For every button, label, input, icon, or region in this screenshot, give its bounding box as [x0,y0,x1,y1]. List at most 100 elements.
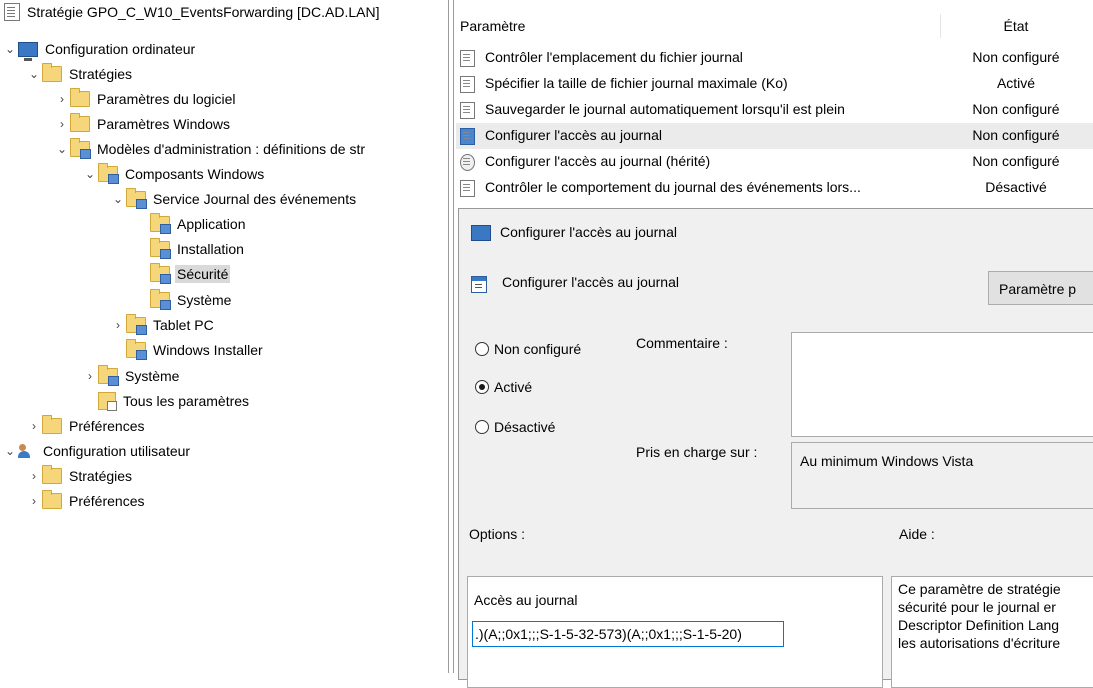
tree-item-all-settings[interactable]: Tous les paramètres [98,389,251,413]
tree-item-installation[interactable]: Installation [150,237,246,261]
tree-item-admin-templates[interactable]: ⌄ Modèles d'administration : définitions… [54,137,367,161]
help-label: Aide : [899,526,935,542]
radio-disabled[interactable]: Désactivé [475,419,555,435]
setting-state: Non configuré [972,127,1060,143]
options-panel: Accès au journal .)(A;;0x1;;;S-1-5-32-57… [467,576,883,688]
table-row[interactable]: Spécifier la taille de fichier journal m… [456,71,1093,97]
computer-icon [471,225,491,241]
radio-circle-icon[interactable] [475,342,489,356]
chevron-down-icon[interactable]: ⌄ [2,444,18,458]
chevron-right-icon[interactable]: › [26,419,42,433]
chevron-right-icon[interactable]: › [26,469,42,483]
tree-item-tablet-pc[interactable]: › Tablet PC [110,313,216,337]
dialog-subtitle: Configurer l'accès au journal [502,274,679,290]
setting-state: Non configuré [972,101,1060,117]
tree-item-software-settings[interactable]: › Paramètres du logiciel [54,87,238,111]
tree-root-label: Stratégie GPO_C_W10_EventsForwarding [DC… [27,4,380,20]
tree-item-security[interactable]: Sécurité [150,262,231,286]
tree-item-label: Système [125,368,180,384]
table-row[interactable]: Contrôler le comportement du journal des… [456,175,1093,201]
tree-item-computer-config[interactable]: ⌄ Configuration ordinateur [2,37,197,61]
computer-icon [18,41,38,61]
tree-item-user-policies[interactable]: › Stratégies [26,464,134,488]
tree-item-system-log[interactable]: Système [150,288,233,312]
setting-state: Non configuré [972,153,1060,169]
chevron-right-icon[interactable]: › [54,117,70,131]
help-line: les autorisations d'écriture [898,635,1061,651]
setting-name: Contrôler l'emplacement du fichier journ… [485,49,743,65]
log-access-input[interactable]: .)(A;;0x1;;;S-1-5-32-573)(A;;0x1;;;S-1-5… [472,621,784,647]
all-settings-icon [98,392,117,411]
comment-textarea[interactable] [791,332,1093,437]
tree-item-user-config[interactable]: ⌄ Configuration utilisateur [2,439,192,463]
table-row[interactable]: Contrôler l'emplacement du fichier journ… [456,45,1093,71]
setting-state: Non configuré [972,49,1060,65]
policy-folder-icon [150,238,171,259]
column-separator[interactable] [940,14,941,38]
tree-item-windows-components[interactable]: ⌄ Composants Windows [82,162,266,186]
folder-icon [42,465,62,484]
policy-folder-icon [98,365,119,386]
help-panel: Ce paramètre de stratégie sécurité pour … [891,576,1093,688]
policy-setting-icon [460,180,475,197]
tree-item-label: Windows Installer [153,342,263,358]
radio-selected-icon[interactable] [475,380,489,394]
radio-circle-icon[interactable] [475,420,489,434]
list-header: Paramètre État [456,14,1093,38]
tree-item-system[interactable]: › Système [82,364,181,388]
policy-folder-icon [70,138,91,159]
policy-folder-icon [126,339,147,360]
chevron-right-icon[interactable]: › [26,494,42,508]
tree-item-application[interactable]: Application [150,212,248,236]
pane-splitter[interactable] [448,0,454,673]
tree-item-computer-preferences[interactable]: › Préférences [26,414,146,438]
table-row[interactable]: Sauvegarder le journal automatiquement l… [456,97,1093,123]
tree-item-computer-policies[interactable]: ⌄ Stratégies [26,62,134,86]
tree-item-label: Paramètres du logiciel [97,91,236,107]
folder-icon [42,490,62,509]
policy-folder-icon [126,314,147,335]
tree-item-windows-settings[interactable]: › Paramètres Windows [54,112,232,136]
setting-state: Désactivé [985,179,1047,195]
chevron-right-icon[interactable]: › [110,318,126,332]
tree-root[interactable]: Stratégie GPO_C_W10_EventsForwarding [DC… [4,0,381,24]
tree-item-label: Application [177,216,246,232]
policy-window-icon [471,276,487,293]
radio-label: Activé [494,379,533,395]
setting-name: Configurer l'accès au journal (hérité) [485,153,711,169]
gpo-tree-pane: Stratégie GPO_C_W10_EventsForwarding [DC… [0,0,446,673]
help-line: Ce paramètre de stratégie [898,581,1061,597]
column-header-state[interactable]: État [976,18,1056,34]
chevron-down-icon[interactable]: ⌄ [2,42,18,56]
setting-state: Activé [996,75,1036,91]
chevron-down-icon[interactable]: ⌄ [82,167,98,181]
radio-label: Non configuré [494,341,582,357]
policy-setting-dialog: Configurer l'accès au journal Configurer… [458,208,1093,688]
policy-folder-icon [126,188,147,209]
tree-item-windows-installer[interactable]: Windows Installer [126,338,265,362]
chevron-down-icon[interactable]: ⌄ [110,192,126,206]
supported-on-box: Au minimum Windows Vista [791,442,1093,509]
chevron-right-icon[interactable]: › [82,369,98,383]
supported-on-label: Pris en charge sur : [636,444,758,460]
column-header-setting[interactable]: Paramètre [460,18,525,34]
tree-item-label: Configuration ordinateur [45,41,196,57]
help-line: Descriptor Definition Lang [898,617,1060,633]
tree-item-event-log-service[interactable]: ⌄ Service Journal des événements [110,187,358,211]
folder-icon [42,63,62,82]
policy-folder-icon [98,163,119,184]
radio-not-configured[interactable]: Non configuré [475,341,581,357]
table-row-selected[interactable]: Configurer l'accès au journal Non config… [456,123,1093,149]
next-setting-button[interactable]: Paramètre p [988,271,1093,305]
policy-setting-icon [460,128,475,145]
chevron-down-icon[interactable]: ⌄ [54,142,70,156]
table-row[interactable]: Configurer l'accès au journal (hérité) N… [456,149,1093,175]
users-icon [18,443,36,459]
tree-item-label: Stratégies [69,66,133,82]
setting-name: Configurer l'accès au journal [485,127,662,143]
chevron-right-icon[interactable]: › [54,92,70,106]
chevron-down-icon[interactable]: ⌄ [26,67,42,81]
tree-item-user-preferences[interactable]: › Préférences [26,489,146,513]
tree-item-label: Modèles d'administration : définitions d… [97,141,366,157]
radio-enabled[interactable]: Activé [475,379,532,395]
